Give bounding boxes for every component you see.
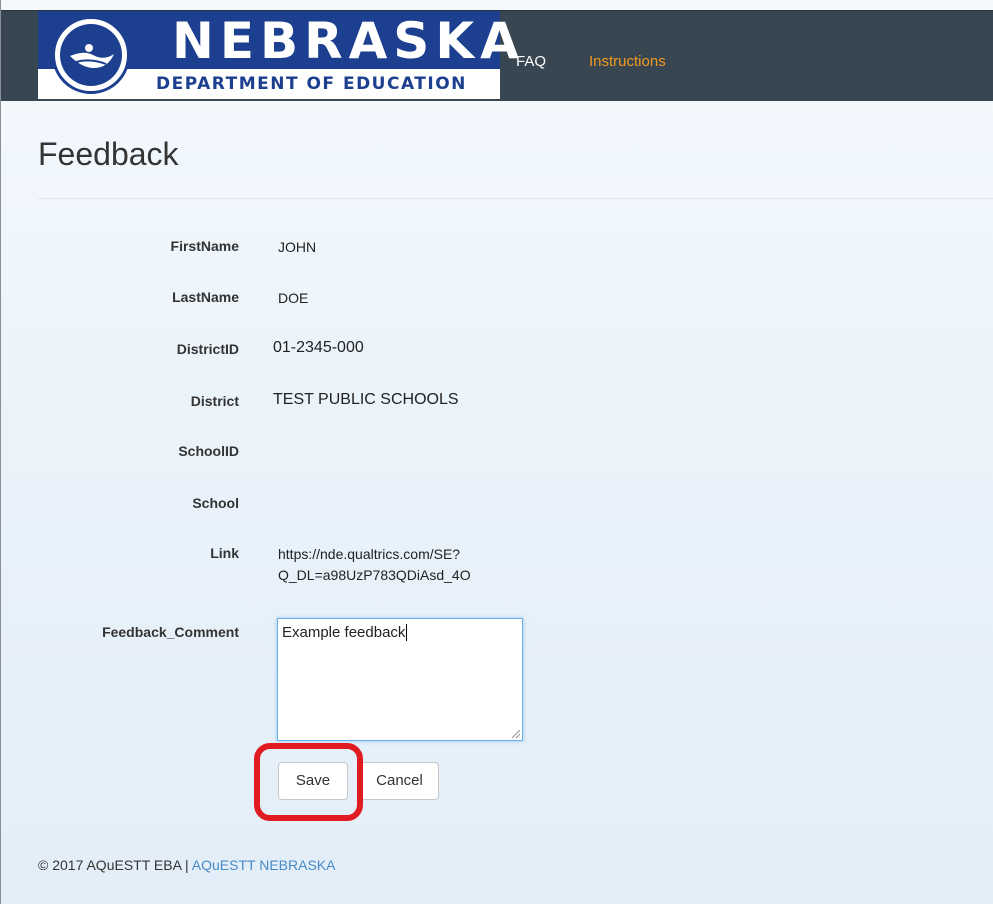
resize-handle-icon[interactable]: [512, 730, 520, 738]
link-value-line1: https://nde.qualtrics.com/SE?: [278, 546, 461, 562]
page-title: Feedback: [38, 136, 179, 172]
logo-subtitle: DEPARTMENT OF EDUCATION: [156, 74, 467, 94]
save-button[interactable]: Save: [278, 762, 348, 800]
text-cursor: [406, 624, 408, 641]
districtid-label: DistrictID: [176, 341, 239, 357]
link-value-line2: Q_DL=a98UzP783QDiAsd_4O: [278, 567, 471, 583]
schoolid-label: SchoolID: [178, 443, 239, 459]
nav-instructions-link[interactable]: Instructions: [589, 53, 666, 70]
logo-wordmark: NEBRASKA: [172, 12, 525, 70]
district-label: District: [190, 393, 239, 409]
district-value: TEST PUBLIC SCHOOLS: [273, 391, 459, 408]
cancel-button[interactable]: Cancel: [360, 762, 439, 800]
nebraska-logo[interactable]: NEBRASKA DEPARTMENT OF EDUCATION: [38, 11, 519, 99]
feedback-comment-text: Example feedback: [282, 624, 406, 641]
districtid-value: 01-2345-000: [273, 339, 364, 356]
logo-emblem-icon: [52, 16, 130, 94]
lastname-label: LastName: [172, 289, 239, 305]
feedback-comment-textarea[interactable]: Example feedback: [277, 618, 523, 741]
title-divider: [38, 198, 993, 199]
lastname-value: DOE: [278, 290, 309, 306]
feedback-comment-label: Feedback_Comment: [102, 624, 239, 640]
school-label: School: [192, 495, 239, 511]
footer-aquestt-link[interactable]: AQuESTT NEBRASKA: [192, 857, 336, 873]
top-navbar: NEBRASKA DEPARTMENT OF EDUCATION FAQ Ins…: [1, 10, 993, 101]
firstname-label: FirstName: [170, 238, 239, 254]
nav-faq-link[interactable]: FAQ: [516, 53, 546, 70]
link-label: Link: [210, 545, 239, 561]
firstname-value: JOHN: [278, 239, 317, 255]
page-frame: NEBRASKA DEPARTMENT OF EDUCATION FAQ Ins…: [0, 0, 993, 904]
link-value: https://nde.qualtrics.com/SE? Q_DL=a98Uz…: [278, 544, 471, 586]
footer: © 2017 AQuESTT EBA | AQuESTT NEBRASKA: [38, 857, 335, 873]
footer-copyright: © 2017 AQuESTT EBA |: [38, 857, 192, 873]
